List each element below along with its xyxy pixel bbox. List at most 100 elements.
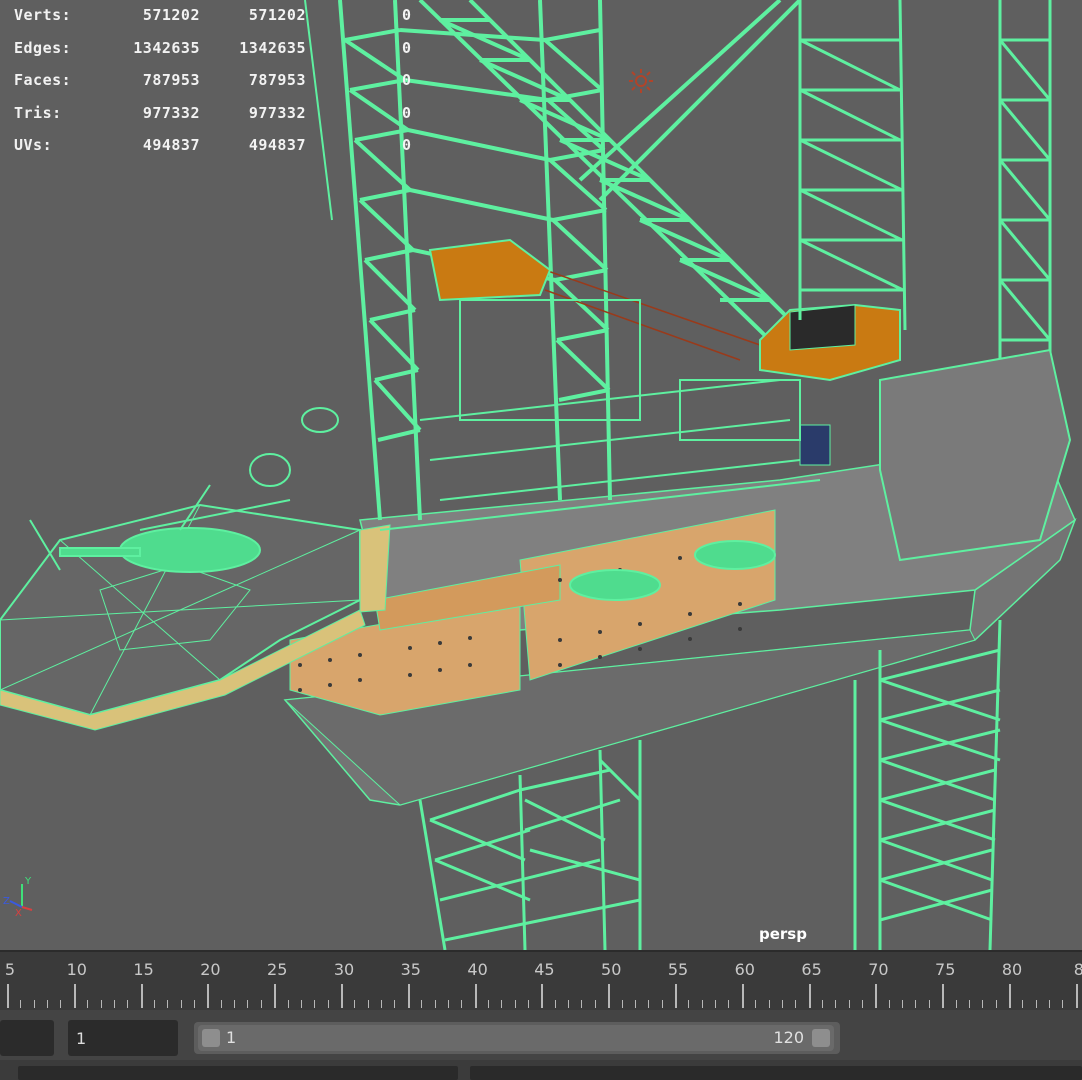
- svg-text:Z: Z: [3, 896, 10, 907]
- ruler-tick-major: [474, 984, 477, 1008]
- ruler-tick-minor: [848, 1000, 850, 1008]
- hud-extra: 0: [402, 6, 412, 24]
- ruler-tick-minor: [287, 1000, 289, 1008]
- ruler-tick-minor: [434, 1000, 436, 1008]
- viewport-persp[interactable]: Verts: 571202 571202 0 Edges: 1342635 13…: [0, 0, 1082, 950]
- ruler-tick-minor: [87, 1000, 89, 1008]
- ruler-tick-minor: [528, 1000, 530, 1008]
- ruler-tick-label: 35: [400, 960, 421, 979]
- range-handle-left[interactable]: [202, 1029, 220, 1047]
- ruler-tick-label: 30: [333, 960, 355, 979]
- range-slider-bar-inner[interactable]: 1 120: [198, 1025, 834, 1051]
- hud-selected: 494837: [248, 136, 306, 154]
- hud-extra: 0: [402, 103, 412, 122]
- ruler-tick-minor: [354, 1000, 356, 1008]
- hud-label: Verts:: [14, 6, 72, 24]
- hud-total: 494837: [142, 136, 200, 154]
- ruler-tick-minor: [501, 1000, 503, 1008]
- hud-extra: 0: [402, 71, 412, 89]
- camera-name-label: persp: [759, 925, 807, 943]
- ruler-ticks: [0, 982, 1082, 1008]
- ruler-tick-minor: [260, 1000, 262, 1008]
- ruler-tick-minor: [862, 1000, 864, 1008]
- playback-start-value: 1: [76, 1029, 87, 1048]
- ruler-tick-minor: [888, 1000, 890, 1008]
- hud-extra: 0: [402, 38, 412, 57]
- ruler-tick-minor: [167, 1000, 169, 1008]
- hanging-cable: [304, 0, 333, 221]
- ruler-tick-major: [7, 984, 9, 1008]
- ruler-labels: 5 10 15 20 25 30 35 40 45 50 55 60 65 70 75 80 8: [0, 960, 1082, 980]
- ruler-tick-minor: [955, 1000, 957, 1008]
- hud-selected: 977332: [248, 103, 306, 122]
- bottom-slot[interactable]: [470, 1066, 1082, 1080]
- crane-cab-left: [428, 238, 552, 302]
- range-slider[interactable]: 1 120: [194, 1022, 840, 1054]
- ruler-tick-major: [73, 984, 76, 1008]
- ruler-tick-major: [942, 984, 945, 1008]
- ruler-tick-minor: [915, 1000, 917, 1008]
- ruler-tick-minor: [768, 1000, 770, 1008]
- ruler-tick-minor: [715, 1000, 717, 1008]
- ruler-tick-label: 15: [133, 960, 154, 979]
- ruler-tick-label: 55: [667, 960, 689, 979]
- ruler-tick-major: [274, 984, 277, 1008]
- ruler-tick-minor: [461, 1000, 463, 1008]
- blue-panel: [799, 424, 831, 466]
- hud-total: 571202: [142, 6, 200, 24]
- leg-lower-right: [853, 619, 1002, 950]
- ruler-tick-minor: [367, 1000, 369, 1008]
- derrick-base: [879, 348, 1072, 562]
- ruler-tick-minor: [928, 1000, 930, 1008]
- ruler-tick-minor: [194, 1000, 196, 1008]
- ruler-tick-minor: [220, 1000, 222, 1008]
- ruler-tick-major: [541, 984, 544, 1008]
- ruler-tick-minor: [728, 1000, 730, 1008]
- time-slider[interactable]: 5 10 15 20 25 30 35 40 45 50 55 60 65 70 75 80 8: [0, 950, 1082, 1010]
- ruler-tick-label: 75: [935, 960, 956, 979]
- ruler-tick-minor: [60, 1000, 62, 1008]
- ruler-tick-label: 20: [200, 960, 221, 979]
- ruler-tick-minor: [554, 1000, 556, 1008]
- ruler-tick-minor: [781, 1000, 783, 1008]
- hud-label: Edges:: [14, 38, 72, 57]
- ruler-tick-minor: [1022, 1000, 1024, 1008]
- ruler-tick-minor: [153, 1000, 155, 1008]
- hud-total: 1342635: [133, 38, 200, 57]
- ruler-tick-minor: [795, 1000, 797, 1008]
- ruler-tick-minor: [300, 1000, 302, 1008]
- ruler-tick-minor: [648, 1000, 650, 1008]
- hud-extra: 0: [402, 136, 412, 154]
- ruler-tick-major: [1009, 984, 1011, 1008]
- anim-start-field[interactable]: [0, 1020, 54, 1056]
- ruler-tick-minor: [821, 1000, 823, 1008]
- ruler-tick-minor: [661, 1000, 663, 1008]
- ruler-tick-major: [808, 984, 811, 1008]
- ruler-tick-minor: [113, 1000, 115, 1008]
- ruler-tick-minor: [421, 1000, 423, 1008]
- ruler-tick-minor: [568, 1000, 570, 1008]
- ruler-tick-minor: [755, 1000, 757, 1008]
- range-handle-right[interactable]: [812, 1029, 830, 1047]
- ruler-tick-label: 40: [467, 960, 488, 979]
- hud-total: 977332: [142, 103, 200, 122]
- bottom-slot[interactable]: [18, 1066, 458, 1080]
- svg-text:X: X: [15, 908, 22, 917]
- ruler-tick-minor: [327, 1000, 329, 1008]
- helideck-ramp: [359, 524, 391, 613]
- ruler-tick-label: 65: [801, 960, 822, 979]
- ruler-tick-minor: [381, 1000, 383, 1008]
- playback-start-field[interactable]: 1: [68, 1020, 178, 1056]
- ruler-tick-major: [741, 984, 744, 1008]
- ruler-tick-minor: [902, 1000, 904, 1008]
- ruler-tick-minor: [100, 1000, 102, 1008]
- ruler-tick-major: [140, 984, 143, 1008]
- ruler-tick-minor: [982, 1000, 984, 1008]
- hud-selected: 571202: [248, 6, 306, 24]
- sun-light-icon[interactable]: [627, 67, 655, 95]
- ruler-tick-major: [875, 984, 878, 1008]
- ruler-tick-minor: [1062, 1000, 1064, 1008]
- ruler-tick-major: [341, 984, 343, 1008]
- ruler-tick-minor: [514, 1000, 516, 1008]
- ruler-tick-minor: [835, 1000, 837, 1008]
